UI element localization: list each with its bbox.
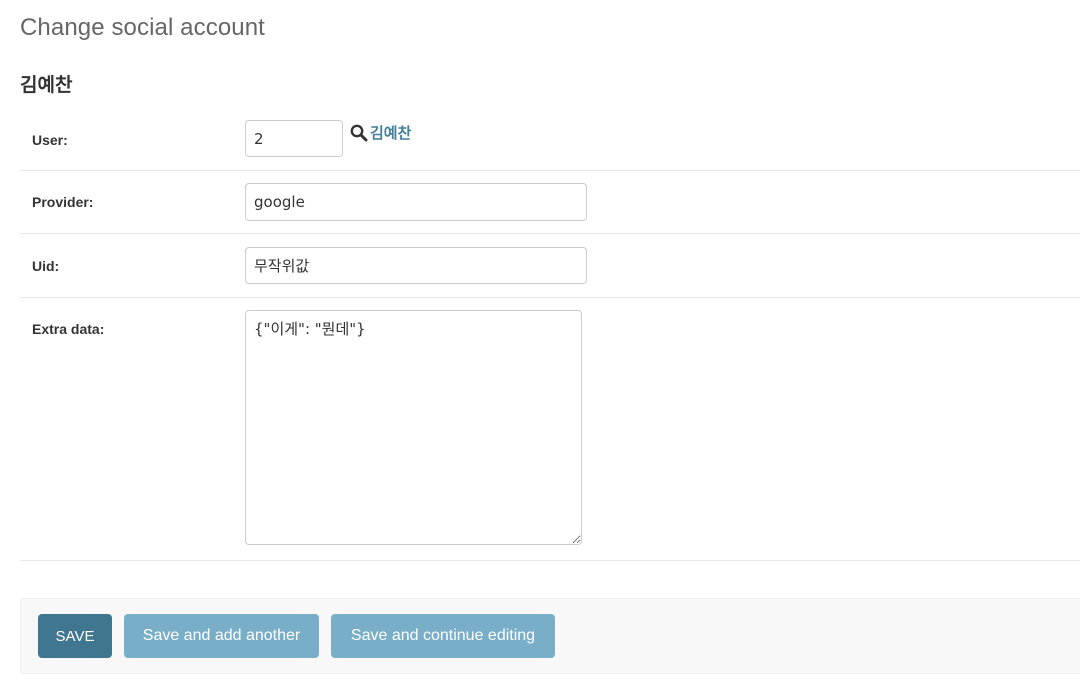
provider-input[interactable] xyxy=(245,183,587,221)
provider-label: Provider: xyxy=(32,194,94,210)
change-form-page: Change social account 김예찬 User: 김예찬 Prov… xyxy=(0,0,1080,683)
form-row-uid: Uid: xyxy=(20,234,1080,298)
user-label: User: xyxy=(32,132,68,148)
submit-row: SAVE Save and add another Save and conti… xyxy=(20,598,1080,674)
user-lookup: 김예찬 xyxy=(350,122,411,143)
save-button[interactable]: SAVE xyxy=(38,614,112,658)
form-row-provider: Provider: xyxy=(20,171,1080,234)
uid-label: Uid: xyxy=(32,258,60,274)
page-title: Change social account xyxy=(20,14,265,41)
save-and-continue-editing-button[interactable]: Save and continue editing xyxy=(331,614,555,658)
user-id-input[interactable] xyxy=(245,120,343,157)
object-name-heading: 김예찬 xyxy=(20,75,73,96)
extra-data-textarea[interactable]: {"이게": "뭔데"} xyxy=(245,310,582,545)
search-icon[interactable] xyxy=(350,124,368,142)
save-and-add-another-button[interactable]: Save and add another xyxy=(124,614,319,658)
uid-input[interactable] xyxy=(245,247,587,284)
form-row-user: User: 김예찬 xyxy=(20,106,1080,171)
form-row-extra-data: Extra data: {"이게": "뭔데"} xyxy=(20,298,1080,561)
user-lookup-link[interactable]: 김예찬 xyxy=(370,122,411,143)
extra-data-label: Extra data: xyxy=(32,321,105,337)
